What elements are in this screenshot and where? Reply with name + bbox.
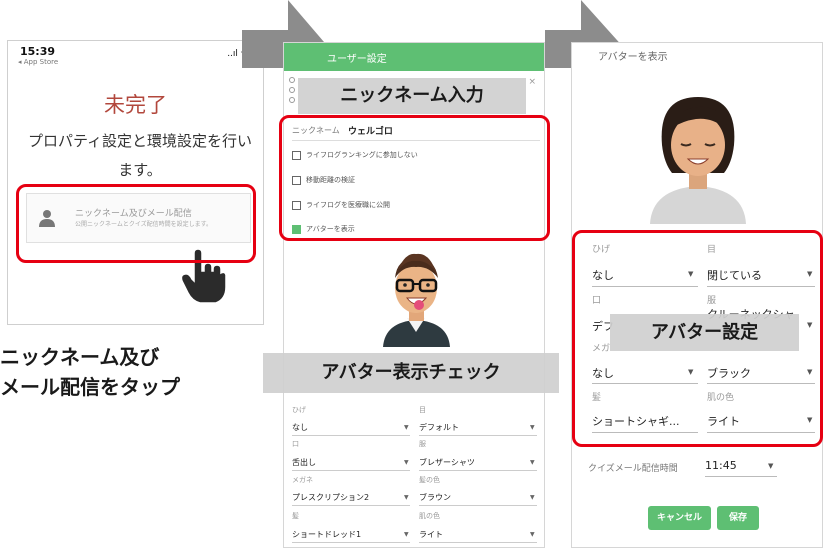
select-mouth[interactable]: 舌出し (292, 457, 316, 468)
chevron-down-icon[interactable]: ▼ (530, 424, 535, 431)
status-bar: 15:39 ◂ App Store ..ıl ᯤ (8, 41, 263, 69)
avatar-image (383, 253, 450, 347)
divider (292, 435, 410, 436)
select-beard[interactable]: なし (292, 422, 308, 433)
select-eyes[interactable]: デフォルト (419, 422, 459, 433)
divider (292, 542, 410, 543)
select-hair-color[interactable]: ブラウン (419, 492, 451, 503)
chevron-down-icon[interactable]: ▼ (530, 459, 535, 466)
highlight-nickname-menu (16, 184, 256, 263)
field-label-hair: 髪 (292, 512, 299, 520)
field-label-mouth: 口 (292, 440, 299, 448)
banner-avatar-settings: アバター設定 (610, 314, 799, 351)
quiz-time-label: クイズメール配信時間 (588, 464, 678, 474)
select-skin-color[interactable]: ライト (419, 529, 443, 540)
chevron-down-icon[interactable]: ▼ (404, 494, 409, 501)
back-to-app-store-link[interactable]: ◂ App Store (18, 58, 58, 66)
page-description: プロパティ設定と環境設定を行います。 (27, 132, 253, 179)
close-icon[interactable]: × (528, 77, 536, 87)
chevron-down-icon[interactable]: ▼ (768, 462, 773, 470)
tap-caption-line-2: メール配信をタップ (0, 375, 180, 399)
divider (419, 470, 537, 471)
chevron-down-icon[interactable]: ▼ (530, 494, 535, 501)
cancel-button[interactable]: キャンセル (648, 506, 711, 530)
field-label-skin-color: 肌の色 (419, 512, 440, 520)
avatar-image (650, 97, 746, 224)
divider (419, 505, 537, 506)
radio-button[interactable] (289, 97, 295, 103)
chevron-down-icon[interactable]: ▼ (404, 424, 409, 431)
highlight-nickname-settings (279, 115, 550, 241)
radio-button[interactable] (289, 87, 295, 93)
select-hair[interactable]: ショートドレッド1 (292, 529, 361, 540)
tap-instruction-caption: ニックネーム及び メール配信をタップ (0, 342, 260, 402)
phone-screen: 15:39 ◂ App Store ..ıl ᯤ 未完了 プロパティ設定と環境設… (7, 40, 264, 325)
field-label-clothes: 服 (419, 440, 426, 448)
status-time: 15:39 (20, 45, 56, 58)
banner-nickname-input: ニックネーム入力 (298, 78, 526, 114)
panel-title: アバターを表示 (598, 52, 668, 63)
divider (292, 505, 410, 506)
quiz-time-select[interactable]: 11:45 (705, 459, 737, 472)
select-glasses[interactable]: プレスクリプション2 (292, 492, 369, 503)
chevron-down-icon[interactable]: ▼ (404, 459, 409, 466)
page-title: 未完了 (104, 93, 167, 117)
field-label-glasses: メガネ (292, 476, 313, 484)
dialog-title: ユーザー設定 (327, 54, 387, 65)
divider (705, 476, 777, 477)
save-button[interactable]: 保存 (717, 506, 759, 530)
divider (292, 470, 410, 471)
dialog-header: ユーザー設定 (284, 43, 544, 71)
tap-caption-line-1: ニックネーム及び (0, 345, 160, 369)
field-label-hair-color: 髪の色 (419, 476, 440, 484)
field-label-beard: ひげ (292, 406, 306, 414)
chevron-down-icon[interactable]: ▼ (404, 531, 409, 538)
select-clothes[interactable]: ブレザーシャツ (419, 457, 475, 468)
divider (419, 542, 537, 543)
radio-button[interactable] (289, 77, 295, 83)
chevron-down-icon[interactable]: ▼ (530, 531, 535, 538)
banner-avatar-check: アバター表示チェック (263, 353, 559, 393)
divider (419, 435, 537, 436)
field-label-eyes: 目 (419, 406, 426, 414)
